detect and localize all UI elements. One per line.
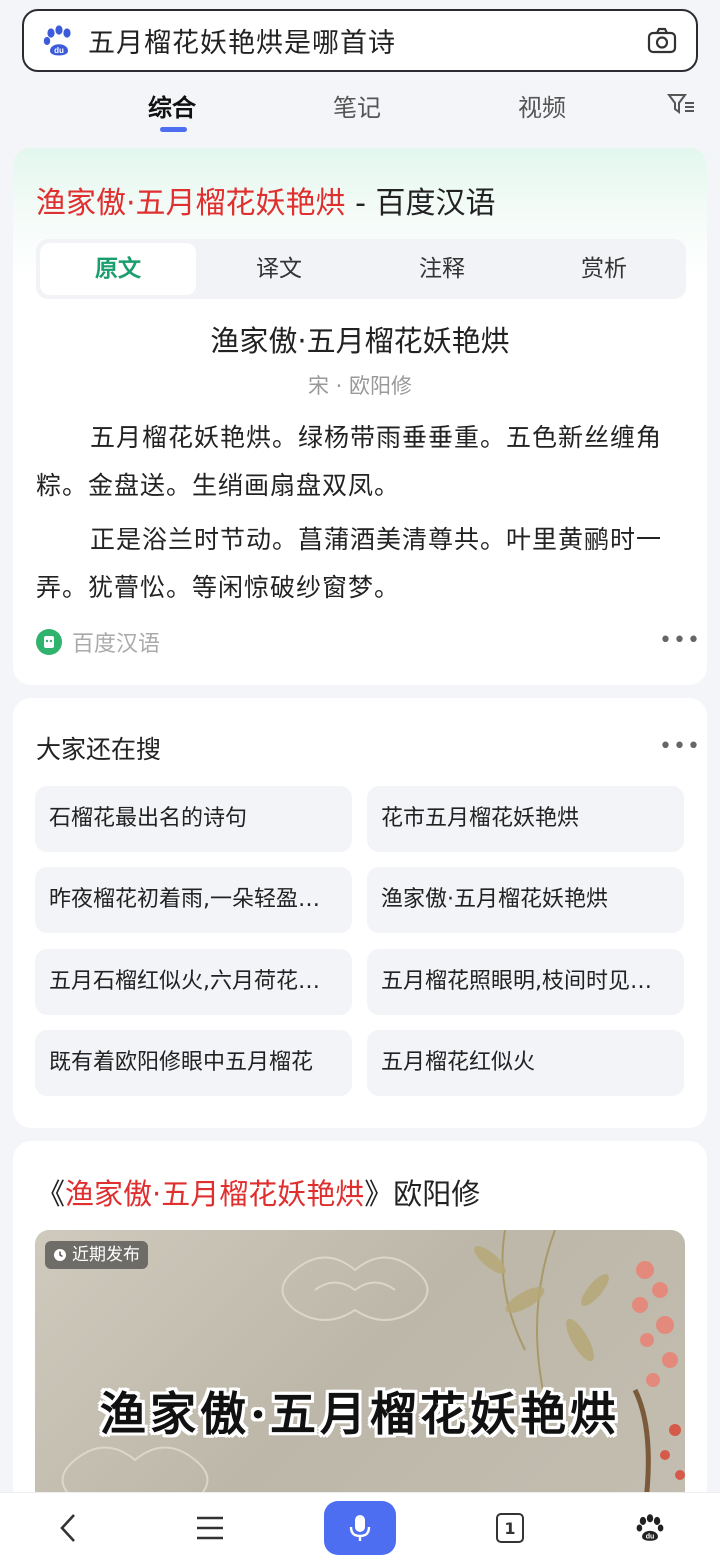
- more-options-icon[interactable]: •••: [659, 734, 701, 759]
- tab-notes[interactable]: 笔记: [333, 88, 381, 123]
- baidu-paw-icon: du: [636, 1514, 664, 1541]
- search-input[interactable]: 五月榴花妖艳烘是哪首诗: [88, 21, 646, 60]
- poem-segment-control: 原文 译文 注释 赏析: [36, 239, 686, 299]
- related-searches-title: 大家还在搜: [36, 735, 162, 764]
- baidu-home-button[interactable]: du: [622, 1493, 678, 1562]
- svg-text:du: du: [646, 1534, 655, 1541]
- clock-icon: [54, 1249, 66, 1261]
- title-suffix: - 百度汉语: [345, 186, 496, 221]
- poem-paragraph-1: 五月榴花妖艳烘。绿杨带雨垂垂重。五色新丝缠角粽。金盘送。生绡画扇盘双凤。: [36, 423, 663, 500]
- tabs-button[interactable]: 1: [482, 1493, 538, 1562]
- poem-title: 渔家傲·五月榴花妖艳烘: [210, 324, 510, 358]
- video-result-title[interactable]: 《渔家傲·五月榴花妖艳烘》欧阳修: [36, 1171, 480, 1213]
- baidu-hanyu-logo-icon: [36, 629, 62, 655]
- related-search-chip[interactable]: 五月石榴红似火,六月荷花…: [35, 949, 352, 1015]
- poem-card-title[interactable]: 渔家傲·五月榴花妖艳烘 - 百度汉语: [36, 178, 495, 222]
- more-options-icon[interactable]: •••: [659, 628, 701, 653]
- title-open: 《: [36, 1177, 66, 1211]
- menu-icon: [197, 1516, 223, 1540]
- recent-badge-label: 近期发布: [72, 1245, 140, 1265]
- poem-author: 宋 · 欧阳修: [307, 374, 413, 398]
- video-caption: 渔家傲·五月榴花妖艳烘: [99, 1387, 620, 1441]
- voice-search-button[interactable]: [324, 1501, 396, 1555]
- title-highlight: 渔家傲·五月榴花妖艳烘: [65, 1177, 365, 1211]
- filter-icon[interactable]: [667, 92, 695, 116]
- title-close: 》欧阳修: [364, 1177, 481, 1211]
- chevron-left-icon: [60, 1514, 75, 1542]
- baidu-paw-icon: du: [43, 24, 71, 55]
- title-highlight: 渔家傲·五月榴花妖艳烘: [36, 186, 346, 221]
- tab-count: 1: [504, 1518, 516, 1538]
- poem-paragraph-2: 正是浴兰时节动。菖蒲酒美清尊共。叶里黄鹂时一弄。犹瞢忪。等闲惊破纱窗梦。: [36, 525, 663, 602]
- related-searches-card: 大家还在搜 ••• 石榴花最出名的诗句 花市五月榴花妖艳烘 昨夜榴花初着雨,一朵…: [13, 698, 707, 1128]
- segment-annotation[interactable]: 注释: [364, 243, 520, 295]
- segment-translation[interactable]: 译文: [201, 243, 357, 295]
- microphone-icon: [349, 1515, 371, 1541]
- segment-original[interactable]: 原文: [40, 243, 196, 295]
- tabs-count-icon: 1: [496, 1513, 524, 1543]
- segment-appreciation[interactable]: 赏析: [526, 243, 682, 295]
- related-search-chip[interactable]: 渔家傲·五月榴花妖艳烘: [367, 867, 684, 933]
- menu-button[interactable]: [182, 1493, 238, 1562]
- related-search-chip[interactable]: 五月榴花红似火: [367, 1030, 684, 1096]
- tab-comprehensive[interactable]: 综合: [148, 88, 196, 123]
- related-search-chip[interactable]: 昨夜榴花初着雨,一朵轻盈…: [35, 867, 352, 933]
- tab-indicator: [160, 127, 187, 132]
- related-search-chip[interactable]: 既有着欧阳修眼中五月榴花: [35, 1030, 352, 1096]
- back-button[interactable]: [40, 1493, 96, 1562]
- source-link[interactable]: 百度汉语: [36, 626, 160, 658]
- bottom-navigation: 1 du: [0, 1492, 720, 1562]
- result-tabs: 综合 笔记 视频: [0, 80, 720, 140]
- related-search-chip[interactable]: 石榴花最出名的诗句: [35, 786, 352, 852]
- recent-badge: 近期发布: [45, 1241, 148, 1269]
- source-name: 百度汉语: [72, 632, 161, 657]
- related-search-chip[interactable]: 花市五月榴花妖艳烘: [367, 786, 684, 852]
- search-bar[interactable]: du 五月榴花妖艳烘是哪首诗: [22, 9, 698, 72]
- related-search-chip[interactable]: 五月榴花照眼明,枝间时见…: [367, 949, 684, 1015]
- poem-card: 渔家傲·五月榴花妖艳烘 - 百度汉语 原文 译文 注释 赏析 渔家傲·五月榴花妖…: [13, 148, 707, 685]
- svg-text:du: du: [54, 46, 64, 55]
- camera-icon[interactable]: [646, 25, 678, 57]
- tab-video[interactable]: 视频: [518, 88, 566, 123]
